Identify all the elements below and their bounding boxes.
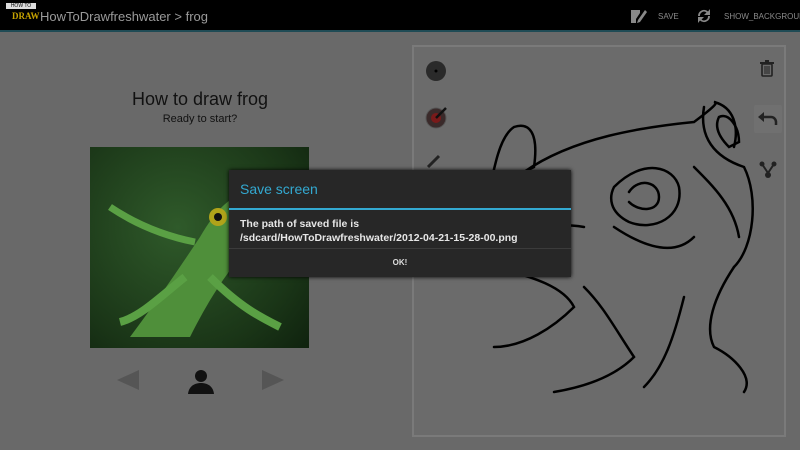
next-button[interactable] (260, 368, 286, 397)
trash-icon (760, 60, 774, 77)
refresh-icon (697, 9, 711, 23)
person-icon (188, 370, 214, 394)
previous-button[interactable] (115, 368, 141, 397)
logo-text-top: HOW TO (6, 3, 36, 9)
dialog-title-divider (229, 208, 571, 210)
color-picker-button[interactable] (425, 105, 449, 134)
share-icon (759, 161, 777, 178)
show-background-button[interactable]: SHOW_BACKGROUND (694, 6, 800, 26)
action-bar: HOW TO DRAW HowToDrawfreshwater > frog S… (0, 0, 800, 32)
breadcrumb: HowToDrawfreshwater > frog (40, 9, 208, 24)
save-label: SAVE (658, 11, 679, 21)
dialog-message: The path of saved file is /sdcard/HowToD… (240, 217, 518, 245)
logo-text-bottom: DRAW (12, 11, 40, 21)
profile-button[interactable] (186, 368, 216, 399)
delete-button[interactable] (760, 60, 774, 82)
triangle-left-icon (117, 370, 139, 390)
save-button[interactable]: SAVE (628, 6, 679, 26)
color-palette-icon (425, 107, 447, 129)
show-background-label: SHOW_BACKGROUND (724, 11, 800, 21)
lesson-subtitle: Ready to start? (162, 113, 238, 125)
save-edit-icon (631, 10, 647, 23)
undo-icon (758, 112, 778, 125)
dialog-message-line1: The path of saved file is (240, 218, 360, 230)
save-screen-dialog: Save screen The path of saved file is /s… (229, 170, 571, 277)
ok-button[interactable]: OK! (229, 249, 571, 277)
undo-button[interactable] (754, 105, 782, 133)
pencil-icon (426, 154, 441, 169)
brush-size-icon (426, 61, 446, 81)
dialog-message-path: /sdcard/HowToDrawfreshwater/2012-04-21-1… (240, 232, 518, 244)
app-logo[interactable]: HOW TO DRAW (6, 3, 40, 25)
brush-size-button[interactable] (426, 61, 446, 86)
triangle-right-icon (262, 370, 284, 390)
dialog-title: Save screen (240, 181, 318, 197)
share-button[interactable] (759, 161, 777, 184)
lesson-title: How to draw frog (131, 89, 269, 109)
